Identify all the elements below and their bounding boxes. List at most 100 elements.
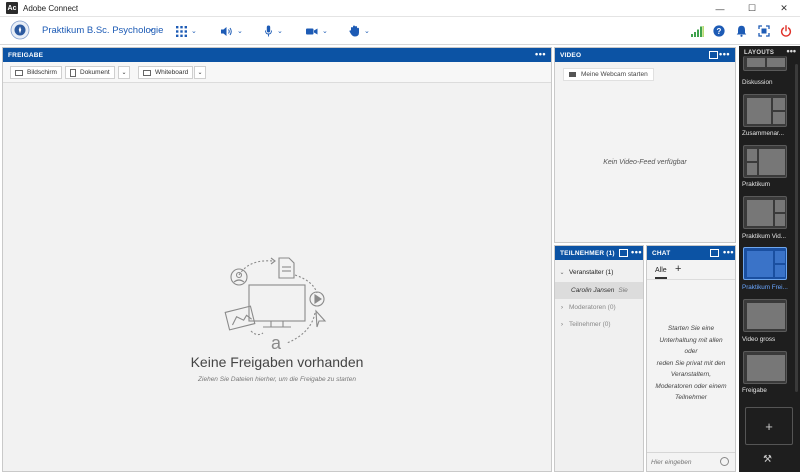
svg-text:?: ? bbox=[717, 27, 722, 36]
document-dropdown-button[interactable]: ⌄ bbox=[118, 66, 130, 79]
share-document-button[interactable]: Dokument bbox=[65, 66, 115, 79]
signal-bars-icon bbox=[690, 25, 704, 37]
share-pod: FREIGABE ••• Bildschirm Dokument ⌄ White… bbox=[2, 47, 552, 472]
chevron-right-icon: › bbox=[561, 304, 563, 311]
chat-empty-message: Starten Sie eine Unterhaltung mit allen … bbox=[655, 323, 727, 404]
video-pod-menu-button[interactable]: ••• bbox=[719, 49, 730, 59]
layout-label[interactable]: Praktikum bbox=[742, 181, 799, 188]
hand-icon bbox=[349, 25, 359, 37]
fullscreen-icon bbox=[758, 25, 770, 37]
layout-label[interactable]: Praktikum Vid... bbox=[742, 233, 799, 240]
fullscreen-icon[interactable] bbox=[709, 51, 718, 59]
chat-empty-line: reden Sie privat mit den bbox=[656, 359, 726, 367]
layout-thumbnail-share[interactable] bbox=[743, 351, 787, 384]
fullscreen-button[interactable] bbox=[756, 23, 772, 39]
no-shares-hint: Ziehen Sie Dateien hierher, um die Freig… bbox=[198, 376, 356, 383]
connection-status-button[interactable] bbox=[689, 23, 705, 39]
leave-meeting-button[interactable] bbox=[778, 23, 794, 39]
help-button[interactable]: ? bbox=[711, 23, 727, 39]
layout-thumbnail-praktikum[interactable] bbox=[743, 145, 787, 178]
document-icon bbox=[70, 68, 76, 77]
chat-empty-line: Unterhaltung mit allen bbox=[659, 336, 723, 344]
share-screen-button[interactable]: Bildschirm bbox=[10, 66, 62, 79]
chat-pod: CHAT ••• Alle + Starten Sie eine Unterha… bbox=[646, 245, 736, 472]
camera-icon bbox=[569, 72, 576, 77]
power-icon bbox=[780, 25, 792, 37]
group-label: Veranstalter (1) bbox=[569, 269, 614, 276]
minimize-button[interactable]: — bbox=[704, 0, 736, 17]
group-presenters[interactable]: › Moderatoren (0) bbox=[555, 299, 643, 316]
chevron-down-icon: ⌄ bbox=[322, 28, 328, 35]
chevron-down-icon[interactable]: ⌄ bbox=[148, 24, 155, 33]
fullscreen-icon[interactable] bbox=[619, 249, 628, 257]
layout-label[interactable]: Diskussion bbox=[742, 79, 799, 86]
layout-label[interactable]: Zusammenar... bbox=[742, 130, 799, 137]
add-chat-tab-button[interactable]: + bbox=[675, 263, 681, 275]
chevron-right-icon: › bbox=[561, 321, 563, 328]
window-controls: — ☐ ✕ bbox=[704, 0, 800, 17]
chevron-down-icon: ⌄ bbox=[191, 28, 197, 35]
group-hosts[interactable]: ⌄ Veranstalter (1) bbox=[555, 264, 643, 281]
app-toolbar: Praktikum B.Sc. Psychologie ⌄ ⌄ ⌄ ⌄ ⌄ ⌄ … bbox=[0, 17, 800, 45]
chat-message-input[interactable] bbox=[651, 456, 723, 468]
group-label: Teilnehmer (0) bbox=[569, 321, 611, 328]
layout-thumbnail-collaboration[interactable] bbox=[743, 94, 787, 127]
attendees-pod-header: TEILNEHMER (1) ••• bbox=[555, 246, 643, 260]
attendees-pod-menu-button[interactable]: ••• bbox=[631, 247, 642, 257]
camera-icon bbox=[306, 28, 318, 34]
room-name-menu[interactable]: Praktikum B.Sc. Psychologie bbox=[42, 25, 163, 36]
emoji-icon[interactable] bbox=[720, 457, 729, 466]
window-title-bar: Ac Adobe Connect — ☐ ✕ bbox=[0, 0, 800, 17]
share-document-label: Dokument bbox=[80, 69, 110, 76]
raise-hand-menu-button[interactable]: ⌄ bbox=[349, 23, 370, 39]
layout-label[interactable]: Freigabe bbox=[742, 387, 799, 394]
notifications-button[interactable] bbox=[733, 23, 749, 39]
microphone-menu-button[interactable]: ⌄ bbox=[264, 23, 283, 39]
no-shares-title: Keine Freigaben vorhanden bbox=[190, 354, 364, 370]
chevron-down-icon: ⌄ bbox=[364, 28, 370, 35]
camera-menu-button[interactable]: ⌄ bbox=[306, 23, 328, 39]
share-whiteboard-label: Whiteboard bbox=[155, 69, 189, 76]
chat-empty-line: Veranstaltern, bbox=[670, 371, 712, 378]
art-letter: a bbox=[271, 333, 282, 353]
share-pod-menu-button[interactable]: ••• bbox=[535, 49, 546, 59]
video-pod-header: VIDEO ••• bbox=[555, 48, 735, 62]
layouts-menu-button[interactable]: ••• bbox=[787, 46, 796, 56]
chat-empty-line: Teilnehmer bbox=[675, 394, 707, 401]
monitor-icon bbox=[15, 69, 23, 76]
chat-empty-line: Moderatoren oder einem bbox=[655, 382, 727, 390]
share-pod-header: FREIGABE ••• bbox=[3, 48, 551, 62]
layout-thumbnail-praktikum-video[interactable] bbox=[743, 196, 787, 229]
speaker-icon bbox=[221, 26, 232, 36]
layout-tools-icon[interactable]: ⚒ bbox=[763, 454, 772, 465]
tab-all[interactable]: Alle bbox=[655, 267, 667, 279]
start-webcam-button[interactable]: Meine Webcam starten bbox=[563, 68, 654, 81]
apps-menu-button[interactable]: ⌄ bbox=[176, 23, 197, 39]
maximize-button[interactable]: ☐ bbox=[736, 0, 768, 17]
whiteboard-icon bbox=[143, 69, 151, 76]
add-layout-button[interactable]: + bbox=[745, 407, 793, 445]
close-window-button[interactable]: ✕ bbox=[768, 0, 800, 17]
share-whiteboard-button[interactable]: Whiteboard bbox=[138, 66, 194, 79]
chevron-down-icon: ⌄ bbox=[277, 28, 283, 35]
layout-thumbnail-praktikum-share[interactable] bbox=[743, 247, 787, 280]
grid-icon bbox=[176, 25, 187, 37]
fullscreen-icon[interactable] bbox=[710, 249, 719, 257]
layout-thumbnail-discussion[interactable] bbox=[743, 56, 787, 71]
group-participants[interactable]: › Teilnehmer (0) bbox=[555, 316, 643, 333]
help-icon: ? bbox=[713, 25, 725, 37]
attendee-row[interactable]: Carolin Jansen Sie bbox=[555, 282, 643, 299]
layout-label[interactable]: Video gross bbox=[742, 336, 799, 343]
chevron-down-icon: ⌄ bbox=[559, 270, 565, 276]
group-label: Moderatoren (0) bbox=[569, 304, 616, 311]
chat-pod-menu-button[interactable]: ••• bbox=[723, 247, 734, 257]
whiteboard-dropdown-button[interactable]: ⌄ bbox=[194, 66, 206, 79]
room-logo-icon[interactable] bbox=[10, 20, 30, 40]
layout-thumbnail-video-large[interactable] bbox=[743, 299, 787, 332]
share-screen-label: Bildschirm bbox=[27, 69, 57, 76]
attendees-pod: TEILNEHMER (1) ••• ⌄ Veranstalter (1) Ca… bbox=[554, 245, 644, 472]
layout-label-selected[interactable]: Praktikum Frei... bbox=[742, 284, 799, 291]
video-pod: VIDEO ••• Meine Webcam starten Kein Vide… bbox=[554, 47, 736, 243]
no-video-feed-text: Kein Video-Feed verfügbar bbox=[603, 159, 687, 166]
audio-menu-button[interactable]: ⌄ bbox=[220, 23, 243, 39]
